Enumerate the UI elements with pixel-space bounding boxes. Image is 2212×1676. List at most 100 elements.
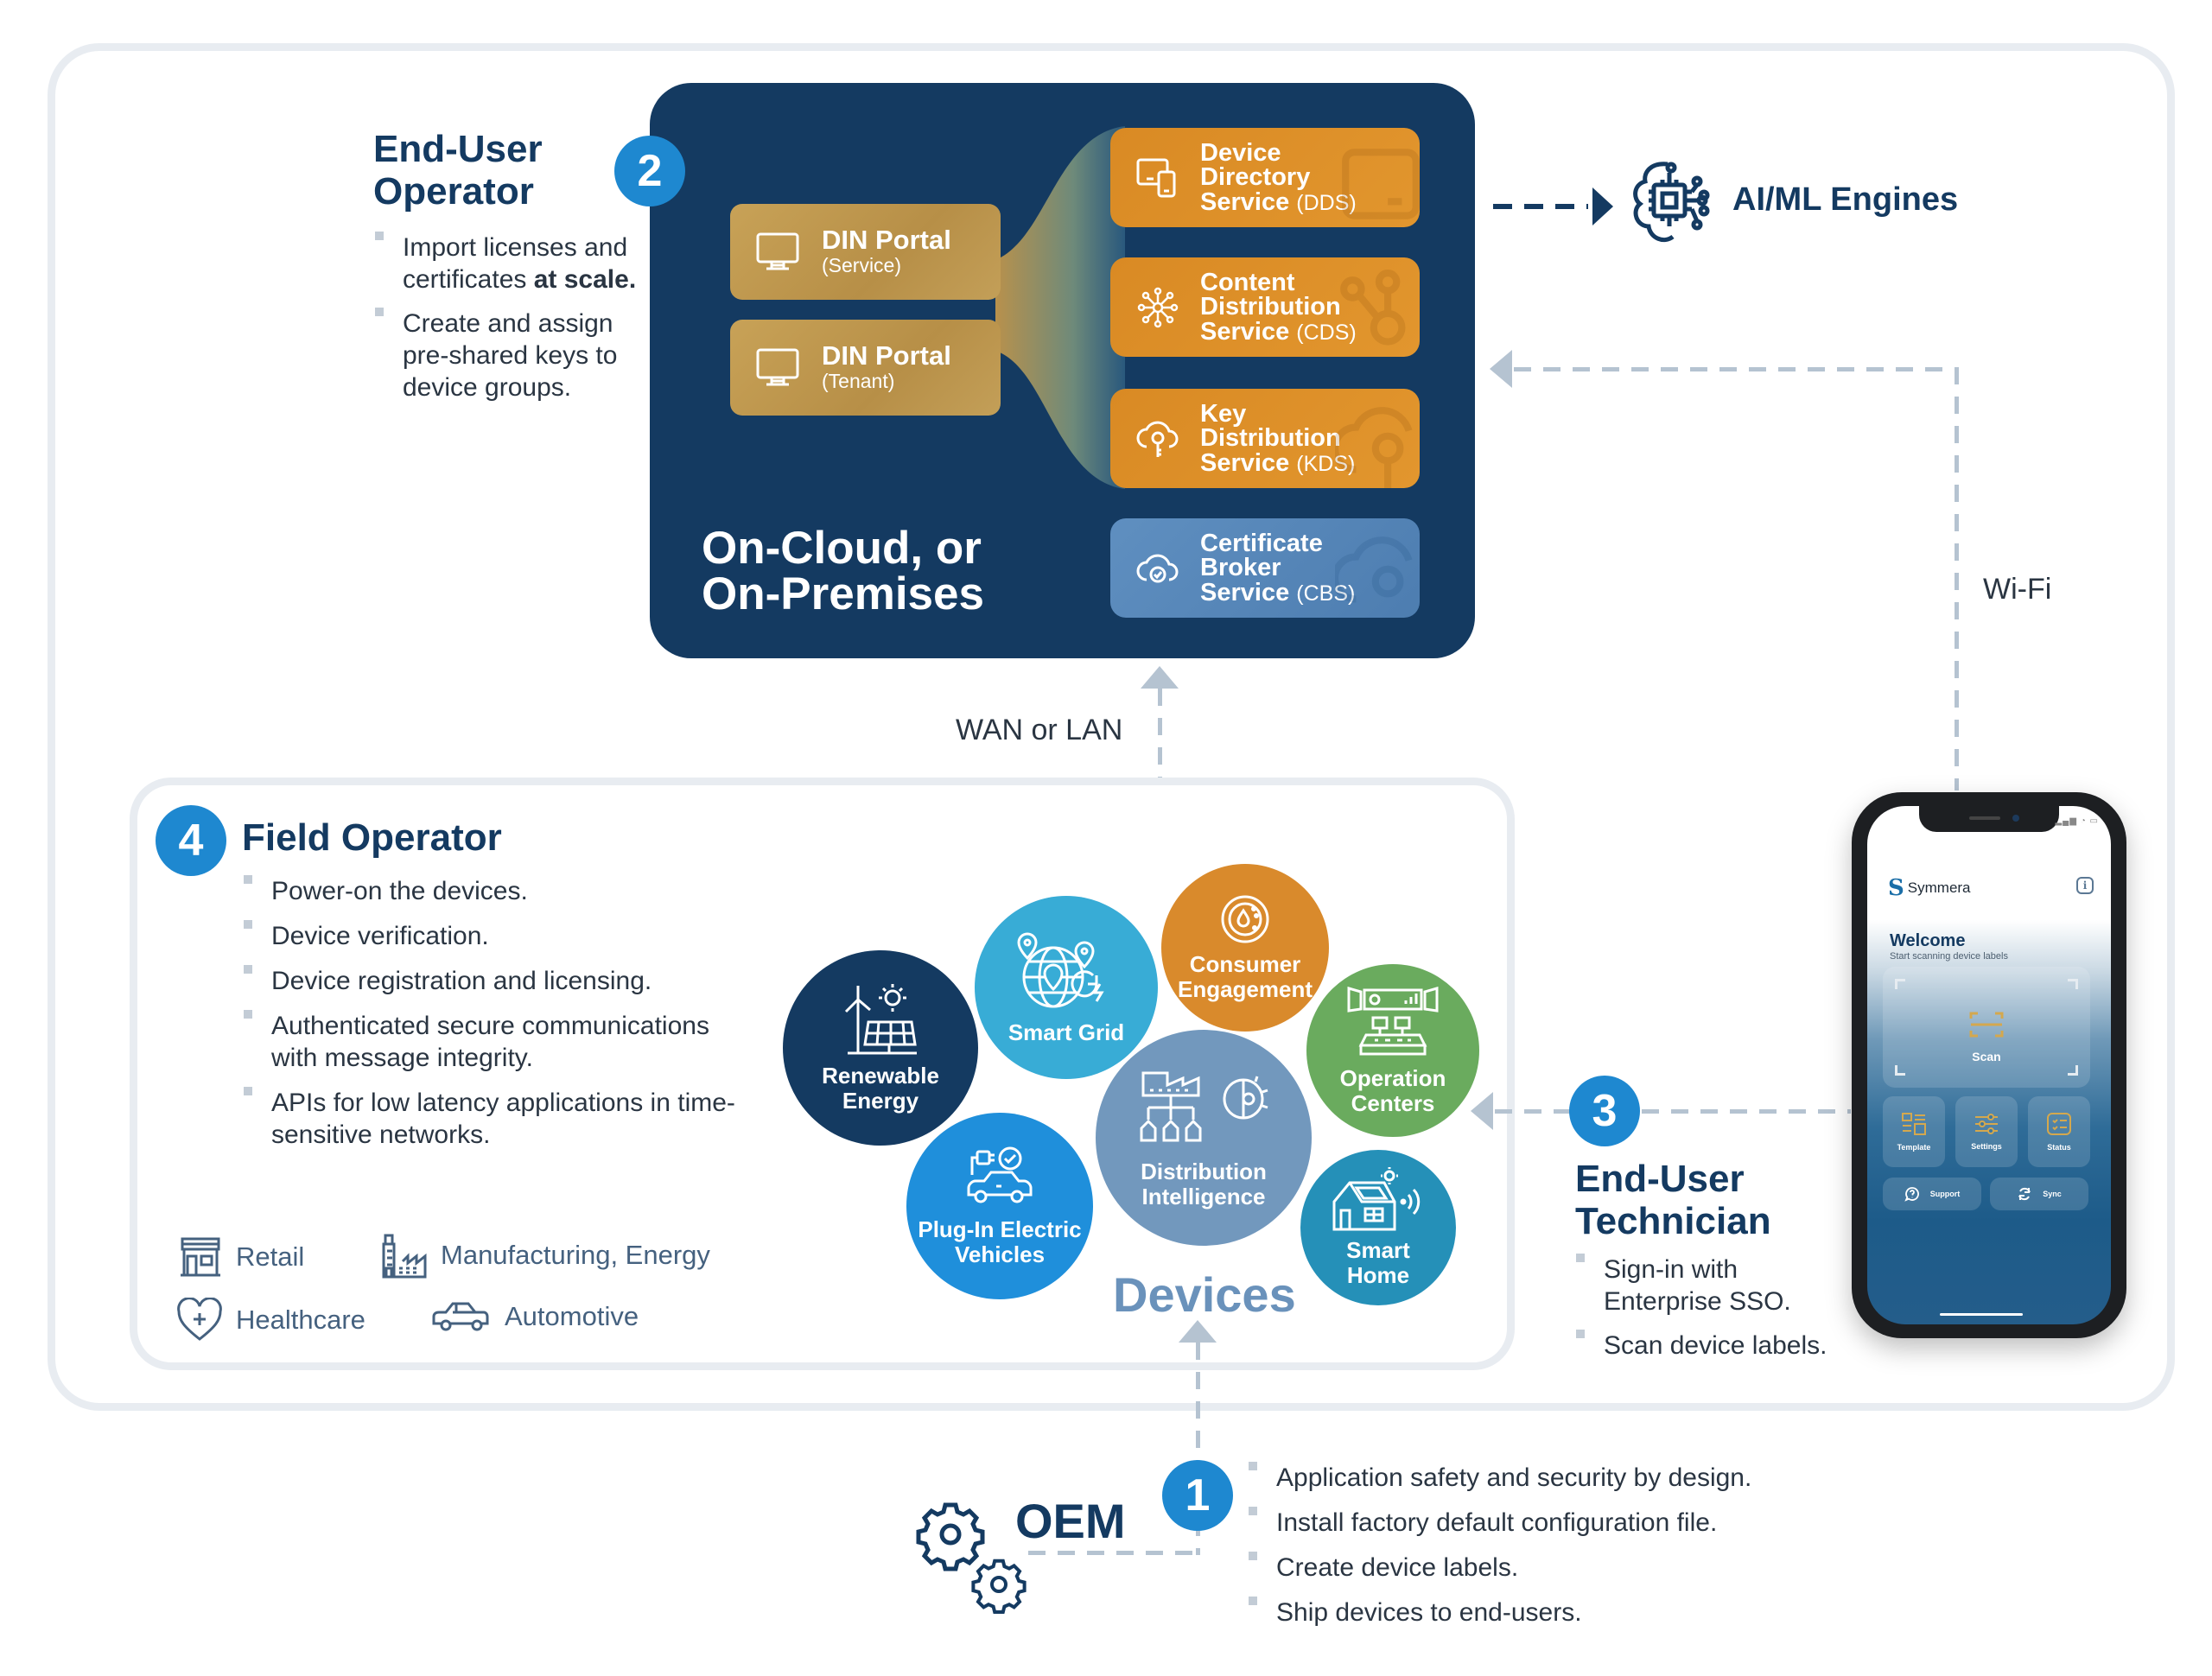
bullet-item: Scan device labels. bbox=[1576, 1330, 1853, 1362]
funnel-connector bbox=[995, 126, 1125, 489]
oem-title: OEM bbox=[1015, 1494, 1126, 1548]
service-name-line: Certificate bbox=[1200, 529, 1323, 557]
sync-button[interactable]: Sync bbox=[1990, 1178, 2088, 1210]
service-name-line: Device bbox=[1200, 138, 1281, 167]
oem-bullets: Application safety and security by desig… bbox=[1249, 1462, 1853, 1628]
welcome-heading: Welcome bbox=[1890, 931, 1966, 950]
industry-manufacturing-energy: Manufacturing, Energy bbox=[380, 1230, 710, 1280]
bullet-item: Authenticated secure communications with… bbox=[244, 1010, 762, 1074]
scan-button[interactable]: Scan bbox=[1883, 967, 2090, 1088]
welcome-subtitle: Start scanning device labels bbox=[1890, 951, 2008, 962]
bullet-item: Install factory default configuration fi… bbox=[1249, 1507, 1853, 1539]
service-card-dds[interactable]: Device Directory Service (DDS) bbox=[1110, 128, 1420, 227]
wifi-connector-horizontal bbox=[1514, 367, 1959, 371]
din-portal-tenant[interactable]: DIN Portal (Tenant) bbox=[730, 320, 1001, 416]
industry-automotive: Automotive bbox=[430, 1299, 639, 1334]
device-bubble-distribution-intelligence[interactable]: Distribution Intelligence bbox=[1096, 1030, 1312, 1246]
step-badge-4: 4 bbox=[156, 805, 226, 876]
arrow-up-icon bbox=[1179, 1320, 1217, 1343]
factory-network-icon bbox=[1140, 1071, 1268, 1142]
ai-ml-connector bbox=[1493, 204, 1588, 209]
mobile-app-mockup: ▂▄▆ ◔ ▭ S Symmera i Welcome Start scanni… bbox=[1852, 792, 2126, 1338]
arrow-left-icon bbox=[1471, 1092, 1493, 1130]
template-button[interactable]: Template bbox=[1883, 1096, 1945, 1167]
support-button[interactable]: Support bbox=[1883, 1178, 1981, 1210]
storefront-icon bbox=[181, 1237, 220, 1277]
monitor-icon bbox=[756, 348, 799, 385]
portal-title: DIN Portal bbox=[822, 225, 951, 256]
wifi-label: Wi-Fi bbox=[1983, 573, 2052, 606]
step-badge-2: 2 bbox=[614, 136, 685, 206]
wind-solar-icon bbox=[844, 984, 917, 1055]
title-line: End-User bbox=[373, 128, 543, 170]
portal-title: DIN Portal bbox=[822, 340, 951, 371]
bullet-item: Create and assign pre-shared keys to dev… bbox=[375, 308, 660, 403]
service-name-line: Broker bbox=[1200, 554, 1281, 582]
field-operator-title: Field Operator bbox=[242, 816, 502, 859]
field-operator-bullets: Power-on the devices. Device verificatio… bbox=[244, 875, 762, 1151]
oem-connector-horizontal bbox=[1028, 1551, 1200, 1555]
symmera-logo-icon: S bbox=[1888, 875, 1904, 901]
settings-button[interactable]: Settings bbox=[1955, 1096, 2018, 1167]
info-icon[interactable]: i bbox=[2076, 877, 2094, 894]
service-card-cds[interactable]: Content Distribution Service (CDS) bbox=[1110, 257, 1420, 357]
cloud-key-icon bbox=[1136, 421, 1179, 457]
sliders-icon bbox=[1975, 1114, 1998, 1134]
technician-title: End-User Technician bbox=[1575, 1158, 1771, 1243]
industry-retail: Retail bbox=[177, 1234, 304, 1280]
ai-chip-brain-icon bbox=[1633, 162, 1710, 242]
car-icon bbox=[432, 1302, 489, 1331]
bullet-item: Create device labels. bbox=[1249, 1552, 1853, 1584]
title-line: Operator bbox=[373, 170, 534, 213]
step-badge-3: 3 bbox=[1569, 1076, 1640, 1146]
service-name-line: Directory bbox=[1200, 163, 1311, 192]
portal-subtitle: (Tenant) bbox=[822, 370, 895, 393]
bullet-item: Ship devices to end-users. bbox=[1249, 1597, 1853, 1628]
device-bubble-smart-grid[interactable]: Smart Grid bbox=[975, 896, 1158, 1079]
help-chat-icon bbox=[1904, 1187, 1919, 1202]
network-hub-icon bbox=[1137, 287, 1179, 327]
cloud-key-watermark-icon bbox=[1335, 407, 1413, 488]
devices-label: Devices bbox=[1113, 1267, 1296, 1322]
service-name-line: Content bbox=[1200, 268, 1295, 296]
bullet-item: APIs for low latency applications in tim… bbox=[244, 1087, 762, 1151]
device-bubble-renewable-energy[interactable]: Renewable Energy bbox=[783, 950, 978, 1146]
technician-connector bbox=[1495, 1109, 1851, 1114]
arrow-left-icon bbox=[1490, 350, 1512, 388]
factory-icon bbox=[382, 1234, 427, 1279]
cloud-badge-icon bbox=[1136, 554, 1179, 582]
cloud-platform-panel: DIN Portal (Service) DIN Portal (Tenant)… bbox=[650, 83, 1475, 658]
bullet-item: Application safety and security by desig… bbox=[1249, 1462, 1853, 1494]
service-card-cbs[interactable]: Certificate Broker Service (CBS) bbox=[1110, 518, 1420, 618]
device-bubble-smart-home[interactable]: Smart Home bbox=[1300, 1150, 1456, 1305]
emphasis-text: at scale. bbox=[533, 265, 637, 294]
device-bubble-plug-in-electric-vehicles[interactable]: Plug-In Electric Vehicles bbox=[906, 1113, 1093, 1299]
portal-subtitle: (Service) bbox=[822, 254, 902, 277]
device-bubble-operation-centers[interactable]: Operation Centers bbox=[1306, 964, 1479, 1137]
din-portal-service[interactable]: DIN Portal (Service) bbox=[730, 204, 1001, 300]
step-badge-1: 1 bbox=[1162, 1460, 1233, 1531]
devices-icon bbox=[1136, 158, 1176, 197]
end-user-operator-bullets: Import licenses and certificates at scal… bbox=[375, 232, 660, 403]
status-bar-icons: ▂▄▆ ◔ ▭ bbox=[2055, 816, 2099, 826]
devices-watermark-icon bbox=[1342, 149, 1420, 219]
phone-notch bbox=[1919, 806, 2059, 832]
device-bubble-consumer-engagement[interactable]: Consumer Engagement bbox=[1161, 864, 1329, 1032]
ev-charging-icon bbox=[967, 1146, 1033, 1203]
service-card-kds[interactable]: Key Distribution Service (KDS) bbox=[1110, 389, 1420, 488]
industry-healthcare: Healthcare bbox=[175, 1298, 365, 1343]
smart-home-icon bbox=[1332, 1167, 1421, 1231]
monitor-icon bbox=[756, 232, 799, 270]
scan-frame-icon bbox=[1969, 1012, 2004, 1038]
wifi-connector-vertical bbox=[1955, 367, 1959, 790]
bullet-item: Import licenses and certificates at scal… bbox=[375, 232, 660, 295]
service-name-line: Key bbox=[1200, 399, 1247, 428]
globe-pins-icon bbox=[1017, 932, 1104, 1008]
bullet-item: Device verification. bbox=[244, 920, 762, 952]
app-brand: S Symmera bbox=[1888, 875, 1971, 901]
checklist-icon bbox=[2047, 1113, 2071, 1135]
arrow-up-icon bbox=[1141, 666, 1179, 689]
deployment-label: On-Cloud, or On-Premises bbox=[702, 523, 984, 619]
status-button[interactable]: Status bbox=[2028, 1096, 2090, 1167]
service-name-line: Distribution bbox=[1200, 424, 1341, 453]
